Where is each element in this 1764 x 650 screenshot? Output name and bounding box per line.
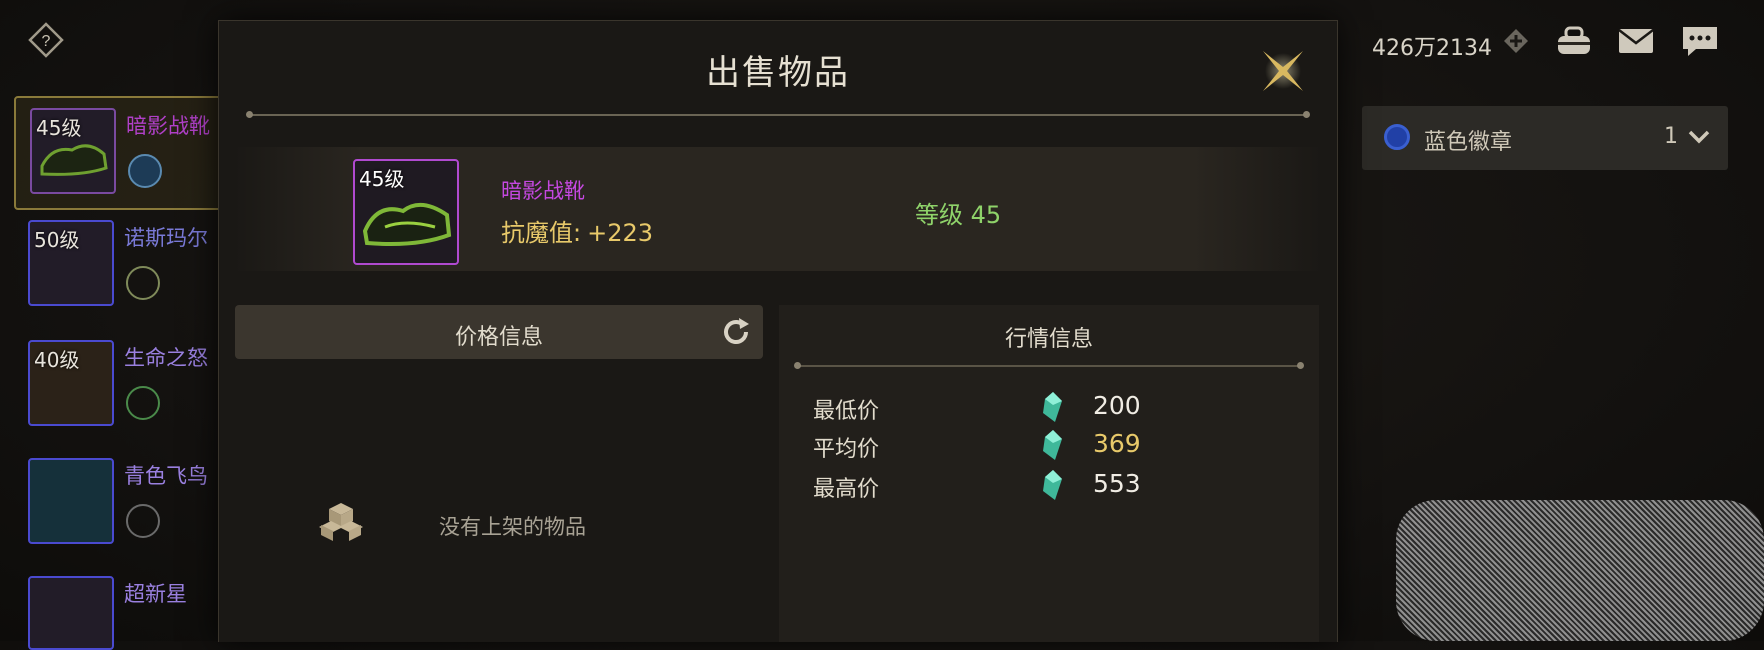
item-level: 45级 — [359, 167, 405, 191]
help-icon[interactable]: ? — [28, 22, 64, 58]
chevron-down-icon — [1686, 126, 1712, 148]
market-row-label: 平均价 — [813, 437, 880, 462]
item-thumbnail: 40级 — [28, 340, 114, 426]
watermark-overlay — [1396, 500, 1764, 641]
blue-badge-icon — [1384, 124, 1410, 150]
badge-label: 蓝色徽章 — [1424, 130, 1513, 155]
svg-text:?: ? — [42, 33, 51, 50]
market-info-title: 行情信息 — [1004, 327, 1093, 352]
item-thumbnail: 45级 — [30, 108, 116, 194]
market-row-avg: 平均价 369 — [813, 429, 1293, 465]
item-thumbnail: 45级 — [353, 159, 459, 265]
item-thumbnail — [28, 458, 114, 544]
market-row-value: 200 — [1093, 391, 1141, 420]
mail-icon[interactable] — [1616, 24, 1656, 58]
gem-icon — [1041, 469, 1063, 501]
item-stat: 抗魔值: +223 — [501, 213, 653, 248]
gem-icon — [1041, 429, 1063, 461]
boxes-icon — [319, 501, 363, 543]
list-item-name: 超新星 — [124, 582, 187, 606]
item-level: 45级 — [36, 116, 82, 140]
currency-amount: 426万2134 — [1372, 36, 1492, 61]
badge-dropdown[interactable]: 蓝色徽章 1 — [1362, 106, 1728, 170]
market-row-value: 553 — [1093, 469, 1141, 498]
slot-icon — [126, 386, 160, 420]
market-divider — [794, 362, 1304, 369]
market-row-max: 最高价 553 — [813, 469, 1293, 505]
market-info-panel: 行情信息 最低价 200 平均价 369 最高价 553 — [779, 305, 1319, 642]
list-item-name: 诺斯玛尔 — [124, 226, 208, 250]
price-info-title: 价格信息 — [454, 325, 543, 350]
bag-icon[interactable] — [1554, 24, 1594, 58]
market-row-label: 最高价 — [813, 477, 880, 502]
add-currency-icon[interactable] — [1503, 28, 1529, 54]
item-name: 暗影战靴 — [501, 179, 585, 203]
market-row-label: 最低价 — [813, 399, 880, 424]
item-thumbnail: 50级 — [28, 220, 114, 306]
market-row-value: 369 — [1093, 429, 1141, 458]
slot-icon — [126, 504, 160, 538]
sell-item-modal: 出售物品 45级 暗影战靴 抗魔值: +223 等级 45 价格信息 没有上架的… — [218, 20, 1338, 642]
refresh-icon[interactable] — [719, 315, 753, 349]
item-level: 50级 — [34, 228, 80, 252]
level-requirement: 等级 45 — [915, 201, 1002, 229]
chat-icon[interactable] — [1680, 24, 1720, 58]
market-row-min: 最低价 200 — [813, 391, 1293, 427]
price-info-header: 价格信息 — [235, 305, 763, 359]
gem-icon — [1041, 391, 1063, 423]
item-level: 40级 — [34, 348, 80, 372]
badge-count: 1 — [1664, 124, 1678, 149]
stat-value: +223 — [587, 219, 654, 247]
stat-label: 抗魔值: — [501, 219, 582, 247]
list-item-name: 生命之怒 — [124, 346, 208, 370]
list-item-name: 暗影战靴 — [126, 114, 210, 138]
slot-icon — [126, 266, 160, 300]
item-info-banner: 45级 暗影战靴 抗魔值: +223 等级 45 — [233, 147, 1323, 271]
modal-title: 出售物品 — [706, 53, 850, 93]
close-icon[interactable] — [1253, 41, 1313, 101]
title-divider — [246, 111, 1310, 118]
empty-listing-text: 没有上架的物品 — [439, 515, 586, 539]
list-item-name: 青色飞鸟 — [124, 464, 208, 488]
item-thumbnail — [28, 576, 114, 650]
slot-icon — [128, 154, 162, 188]
